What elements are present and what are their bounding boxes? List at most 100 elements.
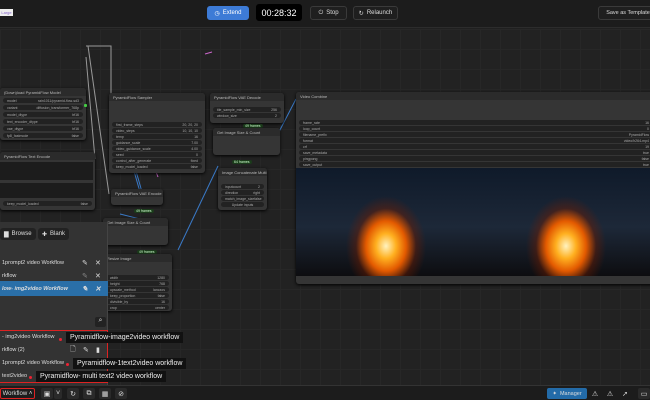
extend-button[interactable]: ◷ Extend bbox=[207, 6, 249, 20]
node-title: PyramidFlow Text Encode bbox=[0, 152, 95, 160]
text-encode-node[interactable]: PyramidFlow Text Encode keep_model_loade… bbox=[0, 152, 95, 210]
workflow-label: Workflow bbox=[2, 390, 28, 397]
stop-button[interactable]: ⏻ Stop bbox=[310, 6, 347, 20]
marker-dot bbox=[59, 338, 62, 341]
widget-guidance-scale[interactable]: guidance_scale 7.00 bbox=[112, 140, 202, 145]
relaunch-button[interactable]: ↻ Relaunch bbox=[353, 6, 398, 20]
widget-temp[interactable]: temp 16 bbox=[112, 134, 202, 139]
update-inputs-button[interactable]: Update inputs bbox=[221, 202, 264, 207]
widget-frame-rate[interactable]: frame_rate 16 bbox=[299, 120, 650, 125]
browse-label: Browse bbox=[11, 231, 32, 237]
browse-button[interactable]: ▇ Browse bbox=[0, 228, 36, 240]
search-icon[interactable]: ⌕ bbox=[95, 317, 106, 327]
node-title: PyramidFlow VAE Decode bbox=[210, 93, 284, 101]
widget-save-output[interactable]: save_output true bbox=[299, 162, 650, 167]
save-as-template-button[interactable]: Save as Template bbox=[598, 6, 650, 20]
widget-keep-proportion[interactable]: keep_proportion false bbox=[106, 293, 169, 298]
widget-height[interactable]: height 768 bbox=[106, 281, 169, 286]
close-icon[interactable]: ✕ bbox=[95, 259, 101, 267]
manager-button[interactable]: ✦ Manager bbox=[547, 388, 587, 399]
get-image-size-node[interactable]: Get Image Size & Count bbox=[213, 128, 280, 155]
refresh-icon[interactable]: ↻ bbox=[67, 388, 79, 399]
trash-icon[interactable]: ▮ bbox=[96, 346, 100, 354]
vae-encode-node[interactable]: PyramidFlow VAE Encode bbox=[111, 189, 163, 205]
widget-video-steps[interactable]: video_steps 10, 10, 10 bbox=[112, 128, 202, 133]
get-image-size-node-2[interactable]: Get Image Size & Count bbox=[103, 218, 168, 245]
edit-icon[interactable]: ✎ bbox=[82, 285, 88, 293]
widget-first-frame-steps[interactable]: first_frame_steps 20, 20, 20 bbox=[112, 122, 202, 127]
widget-divisible-by[interactable]: divisible_by 16 bbox=[106, 299, 169, 304]
vae-decode-node[interactable]: PyramidFlow VAE Decode tile_sample_min_s… bbox=[210, 93, 284, 123]
file-icon[interactable]: 🗋 bbox=[70, 345, 76, 356]
image-concatenate-node[interactable]: Image Concatenate Multi inputcount 2 dire… bbox=[218, 168, 267, 210]
widget-variant[interactable]: variant diffusion_transformer_768p bbox=[3, 105, 83, 110]
widget-model-dtype[interactable]: model_dtype bf16 bbox=[3, 112, 83, 117]
resize-image-node[interactable]: Resize Image width 1280 height 768 upscale… bbox=[103, 254, 172, 311]
widget-inputcount[interactable]: inputcount 2 bbox=[221, 184, 264, 189]
widget-fp8-fastmode[interactable]: fp8_fastmode false bbox=[3, 133, 83, 138]
negative-prompt-textarea[interactable] bbox=[0, 183, 93, 198]
stop-label: Stop bbox=[326, 10, 339, 16]
widget-upscale-method[interactable]: upscale_method lanczos bbox=[106, 287, 169, 292]
marker-dot bbox=[29, 376, 32, 379]
image-icon[interactable]: ▭ bbox=[638, 388, 650, 399]
blank-button[interactable]: ✚ Blank bbox=[38, 228, 70, 240]
widget-pingpong[interactable]: pingpong false bbox=[299, 156, 650, 161]
edit-icon[interactable]: ✎ bbox=[82, 272, 88, 280]
relaunch-label: Relaunch bbox=[366, 10, 393, 16]
download-model-node[interactable]: (Down)load PyramidFlow Model model rain10… bbox=[0, 88, 87, 140]
widget-match-image-size[interactable]: match_image_size false bbox=[221, 196, 264, 201]
cancel-icon[interactable]: ⊘ bbox=[115, 388, 127, 399]
widget-filename-prefix[interactable]: filename_prefix PyramidFlow bbox=[299, 132, 650, 137]
node-title: PyramidFlow Sampler bbox=[109, 93, 205, 101]
open-workflow-item[interactable]: 1prompt2 video Workflow ✎ ✕ bbox=[0, 256, 108, 270]
sampler-node[interactable]: PyramidFlow Sampler first_frame_steps 20,… bbox=[109, 93, 205, 173]
widget-format[interactable]: format video/h264-mp4 bbox=[299, 138, 650, 143]
widget-loop-count[interactable]: loop_count 0 bbox=[299, 126, 650, 131]
marker-dot bbox=[66, 363, 69, 366]
node-title: (Down)load PyramidFlow Model bbox=[0, 88, 86, 96]
workflow-menu-button[interactable]: Workflow ˄ bbox=[0, 388, 35, 399]
node-title: Video Combine bbox=[296, 92, 650, 100]
close-icon[interactable]: ✕ bbox=[95, 285, 101, 293]
edit-icon[interactable]: ✎ bbox=[82, 259, 88, 267]
widget-text-encoder-dtype[interactable]: text_encoder_dtype bf16 bbox=[3, 119, 83, 124]
tooltip: Pyramidflow- multi text2 video workflow bbox=[36, 371, 167, 382]
widget-width[interactable]: width 1280 bbox=[106, 275, 169, 280]
widget-seed[interactable]: seed 0 bbox=[112, 152, 202, 157]
output-slot[interactable] bbox=[84, 104, 87, 107]
widget-video-guidance-scale[interactable]: video_guidance_scale 4.00 bbox=[112, 146, 202, 151]
widget-vae-dtype[interactable]: vae_dtype bf16 bbox=[3, 126, 83, 131]
frames-tag: 64 frames bbox=[232, 160, 252, 164]
widget-keep-model-loaded[interactable]: keep_model_loaded false bbox=[112, 164, 202, 169]
open-workflow-item-active[interactable]: low- img2video Workflow ✎ ✕ bbox=[0, 281, 108, 296]
chevron-down-icon[interactable]: ˅ bbox=[54, 388, 62, 399]
puzzle-icon: ✦ bbox=[552, 390, 557, 397]
grid-icon[interactable]: ▦ bbox=[99, 388, 111, 399]
size-badge: Large bbox=[0, 9, 13, 16]
item-label: 1prompt2 video Workflow bbox=[2, 260, 64, 266]
edit-icon[interactable]: ✎ bbox=[83, 346, 89, 354]
widget-tile-sample-min-size[interactable]: tile_sample_min_size 256 bbox=[213, 107, 281, 112]
widget-window-size[interactable]: window_size 2 bbox=[213, 113, 281, 118]
timer: 00:28:32 bbox=[256, 4, 302, 21]
video-preview[interactable] bbox=[296, 168, 650, 276]
widget-direction[interactable]: direction right bbox=[221, 190, 264, 195]
widget-model[interactable]: model rain1011/pyramid-flow-sd3 bbox=[3, 98, 83, 103]
widget-crop[interactable]: crop center bbox=[106, 305, 169, 310]
model-icon[interactable]: ⚠ bbox=[590, 388, 600, 399]
close-icon[interactable]: ✕ bbox=[95, 272, 101, 280]
model-download-icon[interactable]: ⚠ bbox=[605, 388, 615, 399]
power-icon: ⏻ bbox=[318, 9, 324, 16]
share-icon[interactable]: ➚ bbox=[620, 388, 630, 399]
copy-icon[interactable]: ⧉ bbox=[83, 388, 95, 399]
saved-workflow-item[interactable]: rkflow (2) 🗋 ✎ ▮ bbox=[0, 343, 108, 357]
widget-save-metadata[interactable]: save_metadata true bbox=[299, 150, 650, 155]
widget-control-after-generate[interactable]: control_after_generate fixed bbox=[112, 158, 202, 163]
video-combine-node[interactable]: Video Combine frame_rate 16 loop_count 0 f… bbox=[296, 92, 650, 284]
widget-crf[interactable]: crf 19 bbox=[299, 144, 650, 149]
widget-keep-model-loaded[interactable]: keep_model_loaded false bbox=[3, 201, 92, 206]
positive-prompt-textarea[interactable] bbox=[0, 162, 93, 180]
item-label: low- img2video Workflow bbox=[2, 285, 68, 292]
save-icon[interactable]: ▣ bbox=[41, 388, 53, 399]
